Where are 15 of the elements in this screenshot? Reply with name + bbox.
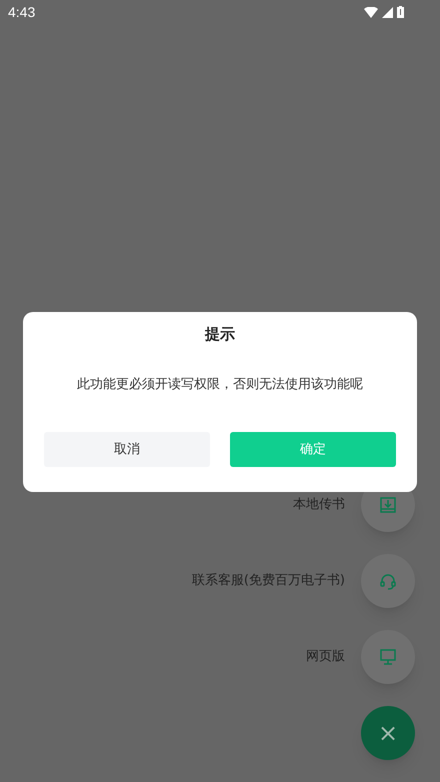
fab-label[interactable]: 联系客服(免费百万电子书): [192, 571, 345, 591]
confirm-button[interactable]: 确定: [230, 432, 396, 467]
monitor-icon: [379, 648, 397, 666]
cancel-button[interactable]: 取消: [44, 432, 210, 467]
battery-icon: [397, 6, 404, 18]
dialog-message: 此功能更必须开读写权限，否则无法使用该功能呢: [77, 376, 363, 394]
fab-label[interactable]: 本地传书: [293, 495, 345, 515]
close-button[interactable]: ×: [361, 706, 415, 760]
fab-label[interactable]: 网页版: [306, 647, 345, 667]
wifi-icon: [364, 6, 378, 18]
dialog-title: 提示: [205, 324, 235, 345]
status-time: 4:43: [8, 2, 36, 22]
headset-icon: [379, 572, 397, 590]
signal-icon: [382, 6, 393, 18]
download-icon: [379, 496, 397, 514]
